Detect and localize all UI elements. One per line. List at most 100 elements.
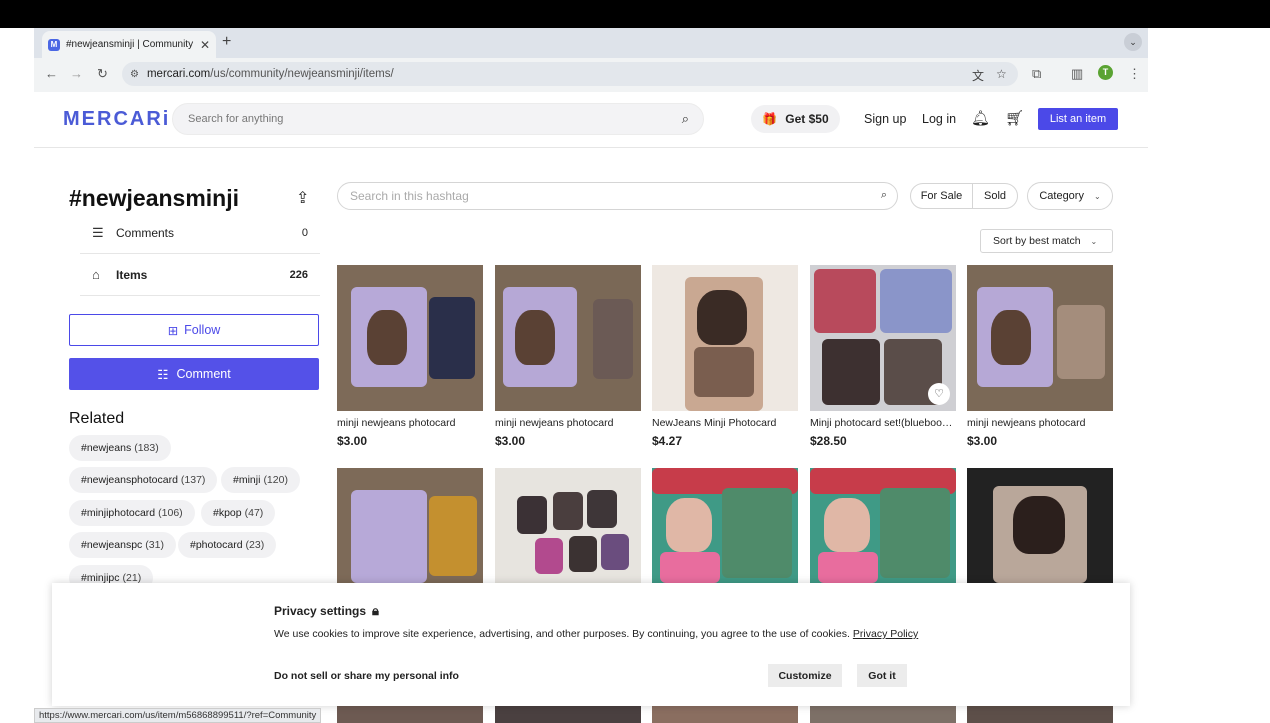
comment-list-icon: ☰ — [92, 224, 104, 240]
privacy-body-text: We use cookies to improve site experienc… — [274, 628, 850, 640]
list-an-item-button[interactable]: List an item — [1038, 108, 1118, 130]
new-tab-icon[interactable]: + — [222, 33, 231, 51]
got-it-button[interactable]: Got it — [857, 664, 907, 687]
sign-up-link[interactable]: Sign up — [864, 112, 906, 126]
for-sale-toggle[interactable]: For Sale — [910, 183, 973, 209]
item-image[interactable] — [652, 703, 798, 723]
mercari-favicon-icon: M — [48, 38, 60, 51]
back-arrow-icon[interactable]: ← — [45, 66, 58, 81]
item-image[interactable] — [967, 265, 1113, 411]
item-card[interactable]: minji newjeans photocard $3.00 — [967, 265, 1113, 448]
page-title: #newjeansminji — [69, 185, 240, 211]
get-50-button[interactable]: 🎁 Get $50 — [751, 105, 840, 133]
category-label: Category — [1039, 190, 1084, 202]
extensions-puzzle-icon[interactable]: ⧉ — [1032, 66, 1041, 82]
browser-tab[interactable]: M #newjeansminji | Community ✕ — [42, 31, 216, 58]
related-tag-chip[interactable]: #newjeansphotocard (137) — [69, 467, 218, 493]
item-card[interactable] — [810, 703, 956, 723]
url-path: /us/community/newjeansminji/items/ — [210, 68, 394, 80]
item-image[interactable] — [495, 703, 641, 723]
item-image[interactable] — [337, 468, 483, 583]
translate-icon[interactable]: 文 — [972, 67, 984, 84]
items-count: 226 — [289, 268, 308, 281]
item-price: $3.00 — [967, 434, 998, 448]
side-panel-icon[interactable]: ▥ — [1071, 66, 1083, 82]
privacy-body: We use cookies to improve site experienc… — [274, 628, 918, 640]
item-price: $28.50 — [810, 434, 847, 448]
item-card[interactable] — [337, 468, 483, 583]
related-tag-chip[interactable]: #newjeanspc (31) — [69, 532, 176, 558]
item-image[interactable] — [337, 703, 483, 723]
screen-top-bar — [0, 0, 1270, 28]
item-image[interactable] — [652, 468, 798, 583]
tag-icon: ⌂ — [92, 267, 100, 282]
item-image[interactable] — [495, 265, 641, 411]
item-card[interactable]: ♡ Minji photocard set!(blueboo… $28.50 — [810, 265, 956, 448]
site-header: MERCARi Search for anything ⌕ 🎁 Get $50 … — [34, 92, 1148, 148]
item-image[interactable] — [967, 703, 1113, 723]
follow-button[interactable]: ⊞ Follow — [69, 314, 319, 346]
notification-bell-icon[interactable]: 🔔︎ — [971, 109, 990, 127]
related-tag-chip[interactable]: #minji (120) — [221, 467, 300, 493]
cart-icon[interactable]: 🛒︎ — [1005, 109, 1024, 127]
item-image[interactable]: ♡ — [810, 265, 956, 411]
item-image[interactable] — [652, 265, 798, 411]
forward-arrow-icon[interactable]: → — [70, 66, 83, 81]
item-card[interactable] — [495, 703, 641, 723]
item-card[interactable]: NewJeans Minji Photocard $4.27 — [652, 265, 798, 448]
item-image[interactable] — [810, 703, 956, 723]
chip-tag: #newjeansphotocard — [81, 474, 178, 486]
item-image[interactable] — [495, 468, 641, 583]
chip-tag: #newjeanspc — [81, 539, 143, 551]
hashtag-search-input[interactable]: Search in this hashtag ⌕ — [337, 182, 898, 210]
log-in-link[interactable]: Log in — [922, 112, 956, 126]
share-icon[interactable]: ⇪ — [296, 188, 309, 208]
site-settings-icon[interactable]: ⚙ — [130, 69, 139, 80]
related-tag-chip[interactable]: #newjeans (183) — [69, 435, 171, 461]
tab-strip: M #newjeansminji | Community ✕ + ⌄ — [34, 28, 1148, 58]
search-input[interactable]: Search for anything ⌕ — [172, 103, 704, 135]
related-tag-chip[interactable]: #minjiphotocard (106) — [69, 500, 195, 526]
related-tag-chip[interactable]: #kpop (47) — [201, 500, 276, 526]
address-bar[interactable]: ⚙ mercari.com/us/community/newjeansminji… — [122, 62, 1018, 86]
comment-button[interactable]: ☷ Comment — [69, 358, 319, 390]
item-image[interactable] — [810, 468, 956, 583]
customize-button[interactable]: Customize — [768, 664, 842, 687]
item-card[interactable] — [652, 703, 798, 723]
sort-dropdown[interactable]: Sort by best match ⌄ — [980, 229, 1113, 253]
item-image[interactable] — [337, 265, 483, 411]
chip-count: (106) — [158, 507, 183, 519]
privacy-title: Privacy settings — [274, 604, 367, 618]
chip-tag: #minji — [233, 474, 261, 486]
mercari-logo[interactable]: MERCARi — [63, 108, 170, 131]
heart-icon[interactable]: ♡ — [928, 383, 950, 405]
tab-search-chevron-icon[interactable]: ⌄ — [1124, 33, 1142, 51]
comments-count: 0 — [301, 226, 308, 239]
do-not-sell-link[interactable]: Do not sell or share my personal info — [274, 670, 459, 682]
item-card[interactable] — [495, 468, 641, 583]
sidebar-item-items[interactable]: ⌂ Items 226 — [80, 254, 320, 296]
item-card[interactable] — [337, 703, 483, 723]
item-card[interactable] — [810, 468, 956, 583]
category-dropdown[interactable]: Category ⌄ — [1027, 182, 1113, 210]
item-card[interactable] — [967, 468, 1113, 583]
bookmark-star-icon[interactable]: ☆ — [996, 67, 1007, 81]
item-image[interactable] — [967, 468, 1113, 583]
close-tab-icon[interactable]: ✕ — [200, 38, 210, 52]
reload-icon[interactable]: ↻ — [97, 66, 108, 82]
item-card[interactable]: minji newjeans photocard $3.00 — [337, 265, 483, 448]
chip-tag: #photocard — [190, 539, 243, 551]
search-icon[interactable]: ⌕ — [682, 111, 689, 127]
item-card[interactable] — [652, 468, 798, 583]
browser-chrome: M #newjeansminji | Community ✕ + ⌄ ← → ↻… — [34, 28, 1148, 92]
browser-menu-icon[interactable]: ⋮ — [1128, 66, 1141, 82]
sidebar-item-comments[interactable]: ☰ Comments 0 — [80, 212, 320, 254]
privacy-policy-link[interactable]: Privacy Policy — [853, 628, 918, 640]
related-tag-chip[interactable]: #photocard (23) — [178, 532, 277, 558]
profile-avatar[interactable]: T — [1098, 65, 1113, 80]
item-card[interactable]: minji newjeans photocard $3.00 — [495, 265, 641, 448]
sold-toggle[interactable]: Sold — [972, 183, 1018, 209]
item-card[interactable] — [967, 703, 1113, 723]
chip-tag: #kpop — [213, 507, 242, 519]
search-icon[interactable]: ⌕ — [881, 189, 887, 202]
